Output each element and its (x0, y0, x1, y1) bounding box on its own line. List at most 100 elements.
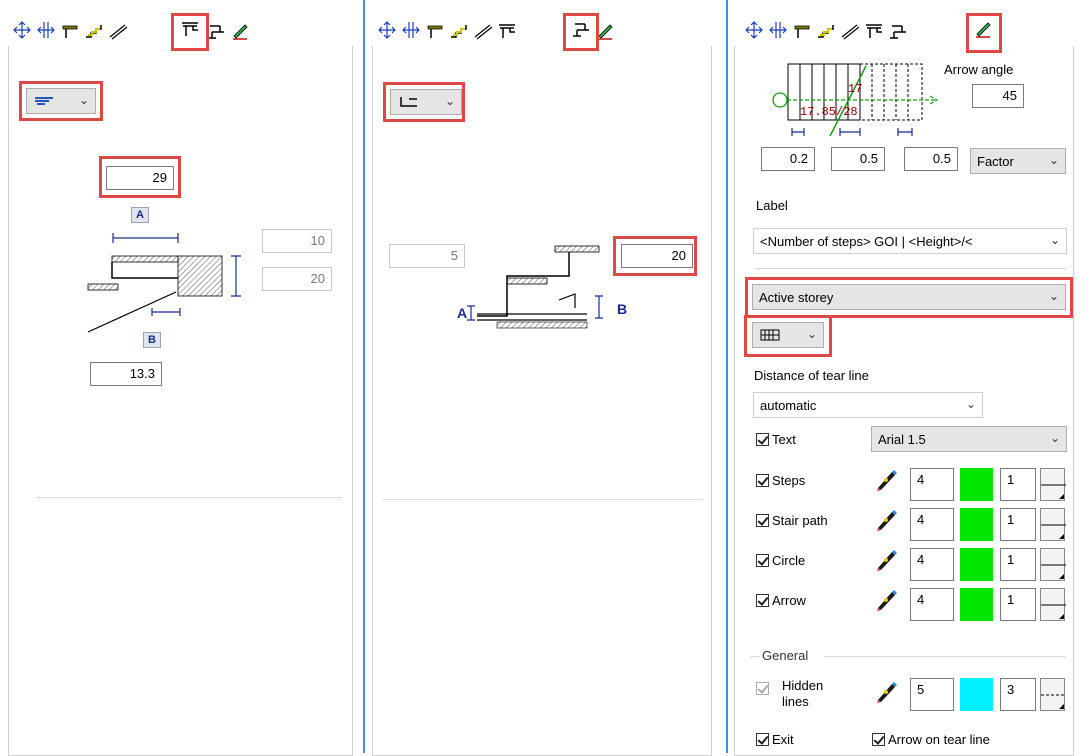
tab-ramp[interactable] (108, 20, 128, 40)
spacing-field-3[interactable]: 0.5 (904, 147, 958, 171)
tread-type-dropdown[interactable]: ⌄ (26, 88, 96, 114)
tab-landing[interactable] (425, 20, 445, 40)
tab-ramp[interactable] (840, 20, 860, 40)
tab-tread[interactable] (864, 20, 884, 40)
pen-color-icon[interactable] (874, 678, 900, 704)
pen-color-icon[interactable] (874, 546, 900, 572)
hidden-lines-label: Hidden lines (782, 678, 824, 709)
tear-line-style-dropdown[interactable]: ⌄ (752, 322, 824, 348)
arrow-checkbox[interactable]: Arrow (756, 593, 806, 608)
tear-distance-dropdown[interactable]: automatic ⌄ (753, 392, 983, 418)
stair-path-checkbox[interactable]: Stair path (756, 513, 828, 528)
checkbox-box (756, 433, 769, 446)
line-style-icon (1041, 484, 1066, 499)
tab-page-frame (372, 46, 712, 756)
tab-grid-double[interactable] (768, 20, 788, 40)
hidden-lines-checkbox[interactable] (756, 682, 769, 695)
pen-color-icon[interactable] (874, 586, 900, 612)
tab-ramp[interactable] (473, 20, 493, 40)
arrow-angle-field[interactable]: 45 (972, 84, 1024, 108)
tab-grid-cross[interactable] (744, 20, 764, 40)
factor-dropdown[interactable]: Factor ⌄ (970, 148, 1066, 174)
font-value: Arial 1.5 (878, 431, 926, 447)
exit-checkbox[interactable]: Exit (756, 732, 794, 747)
checkbox-box (872, 733, 885, 746)
panel-3: 17 17.85/28 Arrow angle 45 0.2 0.5 0.5 F… (728, 0, 1089, 756)
steps-checkbox[interactable]: Steps (756, 473, 805, 488)
tread-type-icon (35, 97, 53, 105)
circle-checkbox[interactable]: Circle (756, 553, 805, 568)
chevron-down-icon: ⌄ (965, 397, 976, 411)
tread-depth-field[interactable]: 29 (106, 166, 174, 190)
tab-riser[interactable] (206, 20, 226, 40)
riser-height-field[interactable]: 20 (621, 244, 693, 268)
arrow-color-swatch[interactable] (960, 588, 993, 621)
tab-grid-cross[interactable] (377, 20, 397, 40)
tab-landing[interactable] (792, 20, 812, 40)
ramp-icon (109, 24, 128, 40)
chevron-down-icon: ⌄ (444, 94, 455, 108)
stair-path-linestyle-button[interactable] (1040, 508, 1066, 541)
dimension-a-badge: A (131, 207, 149, 223)
pen-color-icon[interactable] (874, 506, 900, 532)
circle-color-swatch[interactable] (960, 548, 993, 581)
arrow-label: Arrow (772, 593, 806, 608)
stair-path-color-swatch[interactable] (960, 508, 993, 541)
text-checkbox[interactable]: Text (756, 432, 796, 447)
tab-tread[interactable] (497, 20, 517, 40)
general-heading: General (762, 648, 809, 663)
tab-grid-double[interactable] (36, 20, 56, 40)
tab-grid-cross[interactable] (12, 20, 32, 40)
tread-section-diagram (87, 233, 241, 333)
tab-steps[interactable] (449, 20, 469, 40)
hidden-linestyle-button[interactable] (1040, 678, 1066, 711)
arrow-on-tear-line-checkbox[interactable]: Arrow on tear line (872, 732, 990, 747)
tab-steps[interactable] (84, 20, 104, 40)
checkbox-box (756, 554, 769, 567)
tab-labels[interactable] (973, 18, 993, 38)
pen-color-icon[interactable] (874, 466, 900, 492)
arrow-pen-field[interactable]: 4 (910, 588, 954, 621)
tear-line-icon (760, 329, 780, 341)
arrow-linestyle-button[interactable] (1040, 588, 1066, 621)
arrow-linetype-field[interactable]: 1 (1000, 588, 1036, 621)
ramp-icon (841, 24, 860, 40)
label-dropdown[interactable]: <Number of steps> GOI | <Height>/< ⌄ (753, 228, 1067, 254)
hidden-linetype-field[interactable]: 3 (1000, 678, 1036, 711)
circle-pen-field[interactable]: 4 (910, 548, 954, 581)
hidden-pen-field[interactable]: 5 (910, 678, 954, 711)
steps-pen-field[interactable]: 4 (910, 468, 954, 501)
stair-path-linetype-field[interactable]: 1 (1000, 508, 1036, 541)
nosing-field[interactable]: 13.3 (90, 362, 162, 386)
spacing-field-2[interactable]: 0.5 (831, 147, 885, 171)
tear-distance-heading: Distance of tear line (754, 368, 869, 383)
label-a: A (457, 305, 468, 321)
tab-grid-double[interactable] (401, 20, 421, 40)
group-line (750, 656, 760, 659)
checkbox-box (756, 594, 769, 607)
steps-linetype-field[interactable]: 1 (1000, 468, 1036, 501)
storey-dropdown[interactable]: Active storey ⌄ (752, 284, 1066, 310)
steps-color-swatch[interactable] (960, 468, 993, 501)
tab-labels[interactable] (230, 20, 250, 40)
tread-thickness-field[interactable]: 20 (262, 267, 332, 291)
spacing-field-1[interactable]: 0.2 (761, 147, 815, 171)
riser-type-dropdown[interactable]: ⌄ (390, 89, 462, 115)
text-checkbox-label: Text (772, 432, 796, 447)
stair-path-pen-field[interactable]: 4 (910, 508, 954, 541)
tab-labels[interactable] (595, 20, 615, 40)
tread-icon (182, 22, 198, 36)
tab-tread[interactable] (180, 18, 200, 38)
circle-linetype-field[interactable]: 1 (1000, 548, 1036, 581)
tab-riser[interactable] (888, 20, 908, 40)
chevron-down-icon: ⌄ (1049, 431, 1060, 445)
tab-landing[interactable] (60, 20, 80, 40)
circle-linestyle-button[interactable] (1040, 548, 1066, 581)
tab-steps[interactable] (816, 20, 836, 40)
steps-linestyle-button[interactable] (1040, 468, 1066, 501)
riser-offset-field[interactable]: 10 (262, 229, 332, 253)
tab-bar (728, 8, 1089, 48)
font-dropdown[interactable]: Arial 1.5 ⌄ (871, 426, 1067, 452)
tab-riser[interactable] (571, 18, 591, 38)
hidden-color-swatch[interactable] (960, 678, 993, 711)
